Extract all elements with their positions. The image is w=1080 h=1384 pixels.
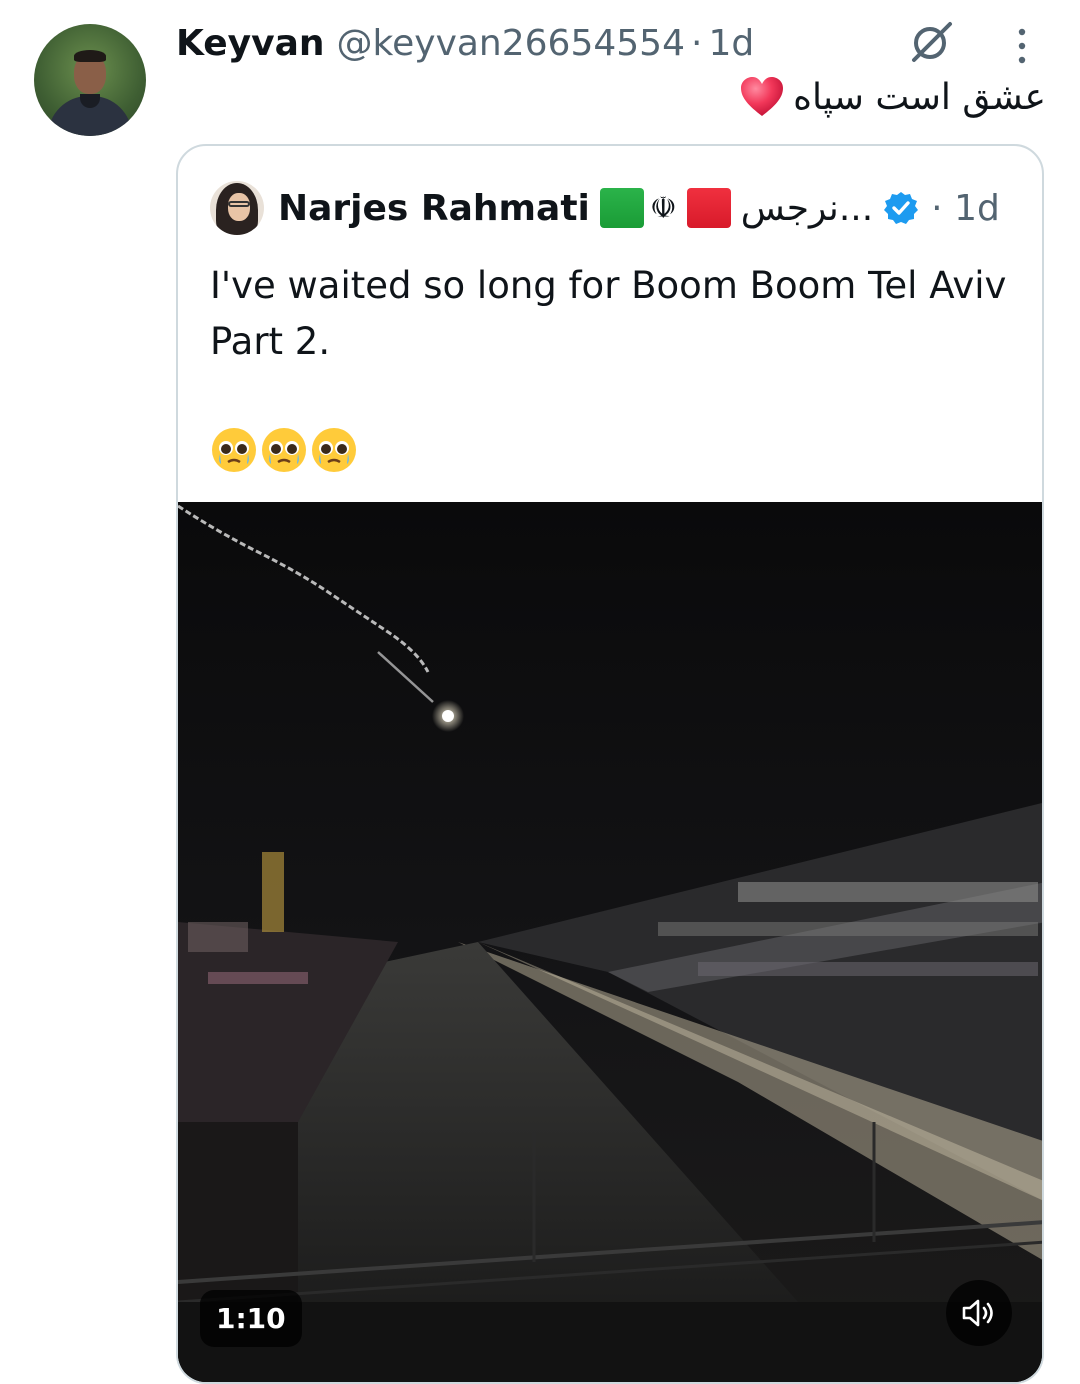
tweet-time[interactable]: 1d — [708, 23, 754, 64]
quoted-tweet-text: I've waited so long for Boom Boom Tel Av… — [210, 264, 1007, 363]
grok-icon[interactable] — [906, 18, 956, 66]
mute-toggle-button[interactable] — [946, 1280, 1012, 1346]
red-heart-emoji — [741, 77, 784, 116]
video-duration: 1:10 — [200, 1290, 302, 1347]
quoted-tweet-header: Narjes Rahmati ☫ ...نرجس · 1d — [210, 178, 1000, 238]
tweet-text: عشق است سپاه — [739, 76, 1046, 118]
flag-green-square-emoji — [599, 188, 644, 228]
pleading-face-emojis — [210, 426, 358, 474]
quoted-author-name[interactable]: Narjes Rahmati — [278, 188, 590, 229]
pleading-face-emoji — [312, 428, 356, 472]
quoted-author-avatar[interactable] — [210, 181, 264, 235]
more-vertical-icon[interactable] — [1010, 24, 1034, 68]
video-player[interactable]: 1:10 — [178, 502, 1042, 1382]
separator: · — [690, 22, 703, 64]
pleading-face-emoji — [212, 428, 256, 472]
verified-badge-icon — [884, 192, 919, 224]
iran-emblem-icon: ☫ — [649, 190, 677, 226]
author-handle[interactable]: @keyvan26654554 — [337, 23, 685, 64]
pleading-face-emoji — [262, 428, 306, 472]
author-name[interactable]: Keyvan — [176, 23, 325, 64]
quoted-tweet-time[interactable]: · 1d — [931, 188, 1000, 229]
quoted-author-name-rtl: ...نرجس — [740, 187, 874, 229]
quoted-tweet-card[interactable]: Narjes Rahmati ☫ ...نرجس · 1d I've waite… — [176, 144, 1044, 1384]
tweet-text-content: عشق است سپاه — [793, 76, 1046, 118]
video-frame-night-city — [178, 502, 1042, 1382]
tweet-header: Keyvan @keyvan26654554 · 1d — [176, 20, 754, 66]
author-avatar[interactable] — [34, 24, 146, 136]
volume-icon — [962, 1299, 993, 1327]
flag-red-square-emoji — [686, 188, 731, 228]
